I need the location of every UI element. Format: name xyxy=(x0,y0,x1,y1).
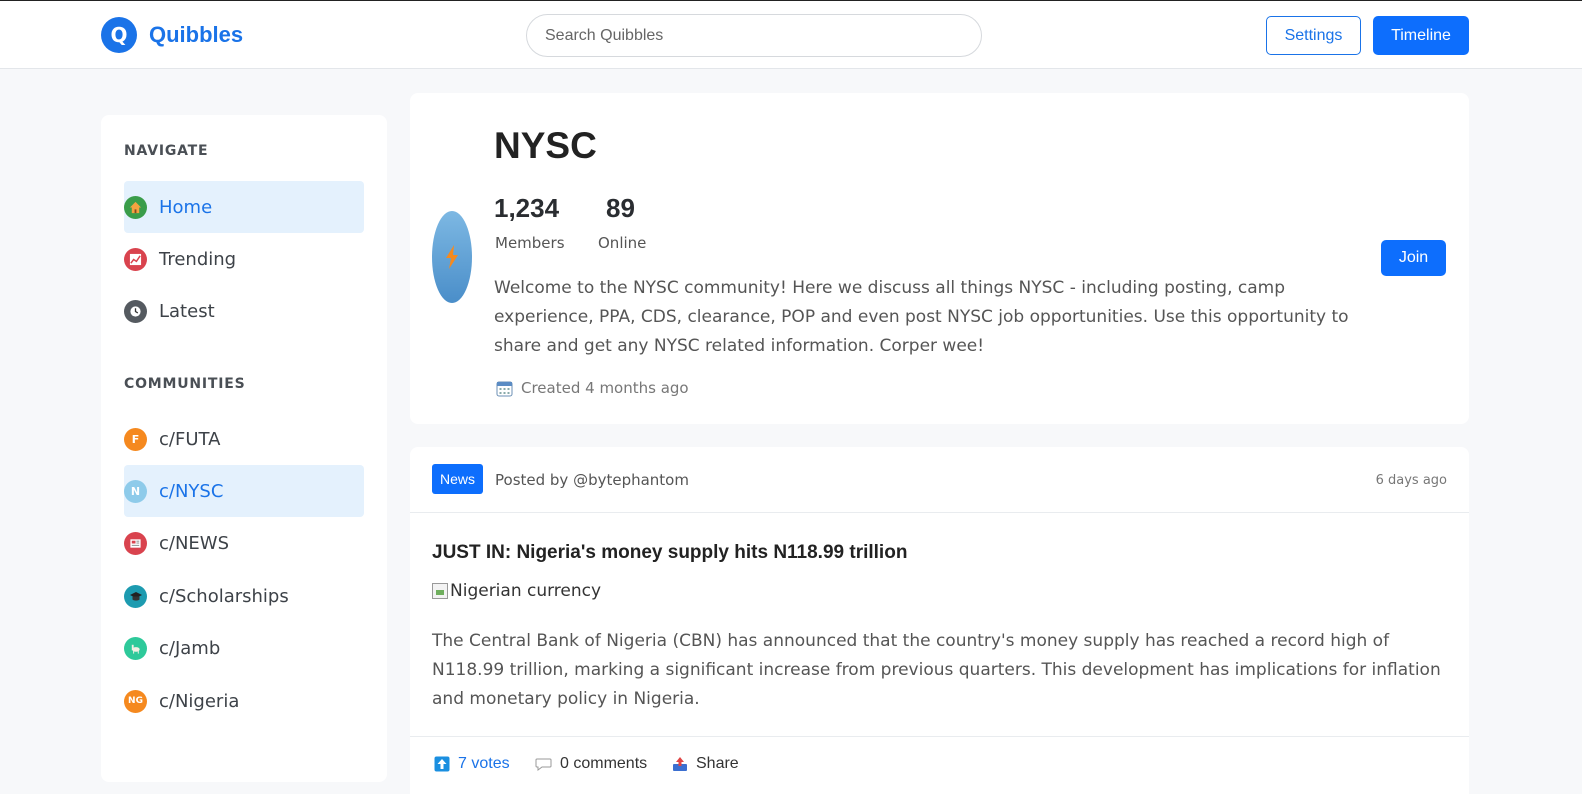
broken-image-icon xyxy=(432,583,448,599)
post-timestamp: 6 days ago xyxy=(1375,473,1447,488)
comments-count: 0 comments xyxy=(560,755,648,772)
nav-label: Home xyxy=(159,196,213,218)
nav-item-latest[interactable]: Latest xyxy=(124,285,364,337)
image-alt-text: Nigerian currency xyxy=(450,581,602,601)
community-item-nysc[interactable]: N c/NYSC xyxy=(124,465,364,517)
nigeria-icon: NG xyxy=(124,689,147,713)
online-label: Online xyxy=(598,234,647,252)
graduation-cap-icon xyxy=(124,584,147,608)
share-button[interactable]: Share xyxy=(672,755,739,773)
community-item-jamb[interactable]: c/Jamb xyxy=(124,622,364,674)
clock-icon xyxy=(124,299,147,323)
navigate-heading: NAVIGATE xyxy=(124,143,209,159)
sidebar: NAVIGATE Home Trending Latest COMMUNITIE… xyxy=(101,115,387,782)
comments-button[interactable]: 0 comments xyxy=(535,755,647,773)
community-label: c/Nigeria xyxy=(159,690,240,712)
community-label: c/Scholarships xyxy=(159,585,289,607)
post-image: Nigerian currency xyxy=(432,581,601,601)
created-info: Created 4 months ago xyxy=(496,379,689,397)
trending-icon xyxy=(124,247,147,271)
lightning-icon xyxy=(446,245,458,269)
nav-label: Latest xyxy=(159,300,215,322)
llama-icon xyxy=(124,636,147,660)
community-label: c/FUTA xyxy=(159,428,221,450)
join-button[interactable]: Join xyxy=(1381,240,1446,276)
timeline-button[interactable]: Timeline xyxy=(1373,16,1469,55)
vote-button[interactable]: 7 votes xyxy=(434,755,510,773)
home-icon xyxy=(124,195,147,219)
votes-count: 7 votes xyxy=(458,755,510,772)
post-author[interactable]: Posted by @bytephantom xyxy=(495,471,689,489)
nav-item-home[interactable]: Home xyxy=(124,181,364,233)
community-item-nigeria[interactable]: NG c/Nigeria xyxy=(124,675,364,727)
calendar-icon xyxy=(496,381,513,396)
newspaper-icon xyxy=(124,531,147,555)
comment-icon xyxy=(535,757,552,772)
search-input[interactable] xyxy=(526,14,982,57)
community-label: c/NEWS xyxy=(159,532,230,554)
created-text: Created 4 months ago xyxy=(521,379,689,397)
share-icon xyxy=(672,756,688,772)
app-name: Quibbles xyxy=(149,22,244,47)
community-item-scholarships[interactable]: c/Scholarships xyxy=(124,570,364,622)
members-count: 1,234 xyxy=(494,193,560,223)
post-tag-badge[interactable]: News xyxy=(432,464,483,494)
community-label: c/NYSC xyxy=(159,480,224,502)
futa-icon: F xyxy=(124,427,147,451)
upvote-icon xyxy=(434,756,450,772)
members-label: Members xyxy=(495,234,565,252)
nysc-icon: N xyxy=(124,479,147,503)
nav-label: Trending xyxy=(159,248,237,270)
top-navbar: Q Quibbles Settings Timeline xyxy=(0,0,1582,69)
post-body: The Central Bank of Nigeria (CBN) has an… xyxy=(432,631,1441,709)
communities-heading: COMMUNITIES xyxy=(124,376,246,392)
post-card: News Posted by @bytephantom 6 days ago J… xyxy=(410,447,1469,794)
logo-icon: Q xyxy=(101,17,137,53)
post-footer: 7 votes 0 comments Share xyxy=(410,736,1469,794)
settings-button[interactable]: Settings xyxy=(1266,16,1361,55)
post-header: News Posted by @bytephantom 6 days ago xyxy=(410,447,1469,513)
share-label: Share xyxy=(696,755,739,772)
post-title[interactable]: JUST IN: Nigeria's money supply hits N11… xyxy=(432,542,907,564)
app-logo[interactable]: Q Quibbles xyxy=(101,17,243,53)
community-description: Welcome to the NYSC community! Here we d… xyxy=(494,278,1349,356)
community-avatar xyxy=(432,211,472,303)
community-label: c/Jamb xyxy=(159,637,221,659)
online-count: 89 xyxy=(606,193,635,223)
community-title: NYSC xyxy=(494,125,597,166)
community-header-card: NYSC 1,234 Members 89 Online Welcome to … xyxy=(410,93,1469,424)
community-item-futa[interactable]: F c/FUTA xyxy=(124,413,364,465)
community-item-news[interactable]: c/NEWS xyxy=(124,517,364,569)
nav-item-trending[interactable]: Trending xyxy=(124,233,364,285)
